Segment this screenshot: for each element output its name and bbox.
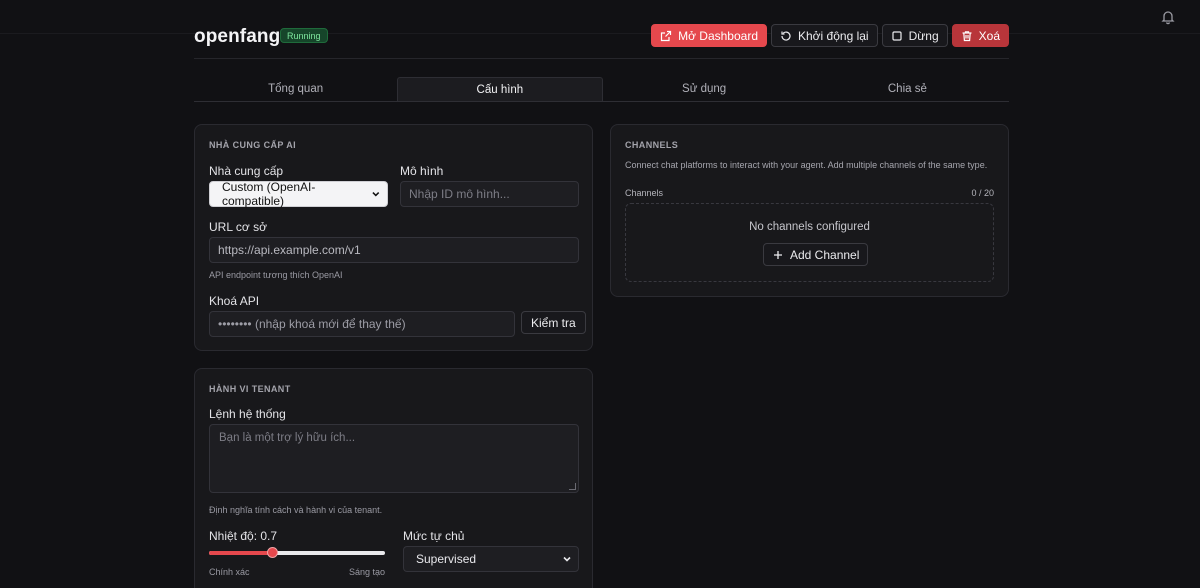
tab-overview[interactable]: Tổng quan	[194, 77, 397, 101]
api-key-label: Khoá API	[209, 294, 260, 308]
stop-icon	[891, 30, 902, 41]
resize-handle-icon[interactable]	[569, 483, 576, 490]
autonomy-select-value: Supervised	[416, 552, 477, 566]
restart-label: Khởi động lại	[798, 28, 869, 43]
refresh-icon	[781, 30, 791, 41]
add-channel-label: Add Channel	[790, 247, 860, 262]
ai-provider-title: NHÀ CUNG CẤP AI	[209, 140, 297, 150]
trash-icon	[962, 30, 972, 41]
model-label: Mô hình	[400, 164, 444, 178]
tab-config[interactable]: Cấu hình	[397, 77, 603, 101]
channels-empty-text: No channels configured	[749, 221, 870, 233]
autonomy-select[interactable]: Supervised	[403, 546, 579, 572]
delete-button[interactable]: Xoá	[951, 24, 1009, 47]
api-key-placeholder: •••••••• (nhập khoá mới để thay thế)	[218, 317, 406, 331]
temperature-min-label: Chính xác	[209, 567, 250, 577]
ai-provider-card: NHÀ CUNG CẤP AI Nhà cung cấp Custom (Ope…	[194, 124, 593, 351]
channels-empty-state: No channels configured Add Channel	[625, 203, 994, 282]
provider-select-value: Custom (OpenAI-compatible)	[222, 180, 316, 208]
tab-usage[interactable]: Sử dụng	[603, 77, 806, 101]
header-divider	[194, 58, 1009, 59]
test-key-button[interactable]: Kiểm tra	[521, 311, 586, 334]
channels-title: CHANNELS	[625, 140, 679, 150]
stop-label: Dừng	[908, 28, 939, 43]
channels-count-label: Channels	[625, 188, 664, 198]
tab-share[interactable]: Chia sẻ	[806, 77, 1009, 101]
tenant-behavior-title: HÀNH VI TENANT	[209, 384, 291, 394]
restart-button[interactable]: Khởi động lại	[771, 24, 878, 47]
tenant-behavior-card: HÀNH VI TENANT Lệnh hệ thống Bạn là một …	[194, 368, 593, 588]
temperature-slider[interactable]	[209, 547, 385, 558]
test-key-label: Kiểm tra	[531, 315, 576, 330]
temperature-slider-thumb[interactable]	[267, 547, 279, 558]
header-actions: Mở Dashboard Khởi động lại Dừng Xoá	[651, 24, 1009, 47]
add-channel-button[interactable]: Add Channel	[763, 243, 869, 266]
open-dashboard-label: Mở Dashboard	[678, 28, 758, 43]
system-prompt-label: Lệnh hệ thống	[209, 407, 286, 421]
tab-bar: Tổng quan Cấu hình Sử dụng Chia sẻ	[194, 77, 1009, 102]
external-link-icon	[660, 30, 672, 41]
status-badge: Running	[280, 28, 328, 43]
base-url-label: URL cơ sở	[209, 220, 267, 234]
model-input-placeholder: Nhập ID mô hình...	[409, 187, 510, 201]
system-prompt-textarea[interactable]: Bạn là một trợ lý hữu ích...	[209, 424, 579, 493]
stop-button[interactable]: Dừng	[881, 24, 948, 47]
open-dashboard-button[interactable]: Mở Dashboard	[651, 24, 767, 47]
api-key-input[interactable]: •••••••• (nhập khoá mới để thay thế)	[209, 311, 515, 337]
page-header: openfang Running Mở Dashboard Khởi động …	[194, 24, 1009, 50]
page-title: openfang	[194, 26, 281, 47]
system-prompt-placeholder: Bạn là một trợ lý hữu ích...	[219, 432, 356, 444]
base-url-hint: API endpoint tương thích OpenAI	[209, 270, 343, 280]
temperature-label: Nhiệt độ: 0.7	[209, 529, 278, 543]
base-url-input[interactable]: https://api.example.com/v1	[209, 237, 579, 263]
temperature-slider-fill	[209, 551, 273, 555]
provider-label: Nhà cung cấp	[209, 164, 284, 178]
model-input[interactable]: Nhập ID mô hình...	[400, 181, 579, 207]
plus-icon	[774, 250, 782, 259]
provider-select[interactable]: Custom (OpenAI-compatible)	[209, 180, 388, 208]
temperature-max-label: Sáng tạo	[349, 567, 386, 577]
autonomy-label: Mức tự chủ	[403, 529, 465, 543]
bell-icon[interactable]	[1160, 9, 1176, 25]
chevron-down-icon	[372, 192, 380, 197]
channels-description: Connect chat platforms to interact with …	[625, 160, 988, 170]
channels-card: CHANNELS Connect chat platforms to inter…	[610, 124, 1009, 297]
channels-count-value: 0 / 20	[971, 188, 994, 198]
system-prompt-hint: Định nghĩa tính cách và hành vi của tena…	[209, 505, 383, 515]
delete-label: Xoá	[978, 28, 1000, 43]
chevron-down-icon	[563, 556, 571, 562]
base-url-value: https://api.example.com/v1	[218, 243, 361, 257]
